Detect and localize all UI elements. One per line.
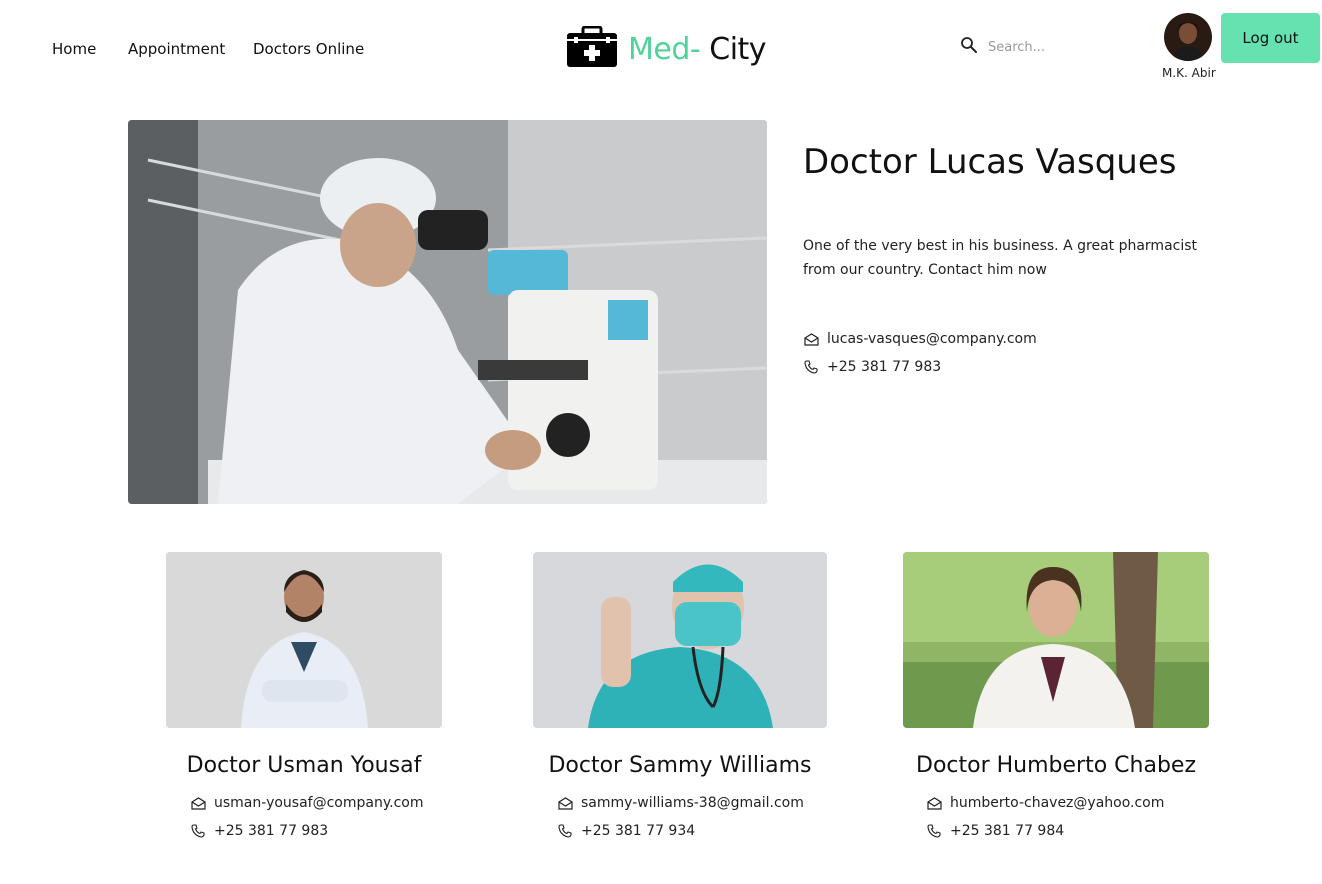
phone-icon — [557, 823, 573, 839]
featured-email-row: lucas-vasques@company.com — [803, 331, 1037, 347]
search-box — [960, 36, 1128, 58]
logout-button[interactable]: Log out — [1221, 13, 1320, 63]
avatar[interactable] — [1164, 13, 1212, 61]
medical-kit-icon — [566, 25, 618, 72]
user-name: M.K. Abir — [1162, 66, 1216, 80]
doctor-phone-row: +25 381 77 984 — [926, 823, 1064, 839]
logo[interactable]: Med- City — [566, 25, 767, 72]
doctor-email-link[interactable]: sammy-williams-38@gmail.com — [581, 795, 804, 811]
doctor-email-row: usman-yousaf@company.com — [190, 795, 423, 811]
doctor-photo — [903, 552, 1209, 728]
envelope-icon — [803, 331, 819, 347]
doctor-email-row: humberto-chavez@yahoo.com — [926, 795, 1164, 811]
featured-phone-row: +25 381 77 983 — [803, 359, 941, 375]
doctor-phone: +25 381 77 983 — [214, 823, 329, 839]
phone-icon — [190, 823, 206, 839]
phone-icon — [926, 823, 942, 839]
envelope-icon — [557, 795, 573, 811]
logo-accent: Med- — [628, 31, 701, 67]
doctor-email-link[interactable]: humberto-chavez@yahoo.com — [950, 795, 1164, 811]
doctor-name: Doctor Humberto Chabez — [916, 753, 1196, 778]
doctor-name: Doctor Usman Yousaf — [186, 753, 422, 778]
logo-rest: City — [700, 31, 767, 67]
featured-doctor-photo — [128, 120, 767, 504]
doctor-email-link[interactable]: usman-yousaf@company.com — [214, 795, 423, 811]
logo-text: Med- City — [628, 31, 767, 67]
doctor-email-row: sammy-williams-38@gmail.com — [557, 795, 804, 811]
search-input[interactable] — [988, 39, 1128, 55]
doctor-phone: +25 381 77 934 — [581, 823, 696, 839]
nav-home[interactable]: Home — [52, 40, 96, 58]
doctor-phone-row: +25 381 77 983 — [190, 823, 328, 839]
doctor-phone-row: +25 381 77 934 — [557, 823, 695, 839]
nav-appointment[interactable]: Appointment — [128, 40, 225, 58]
featured-phone: +25 381 77 983 — [827, 359, 942, 375]
doctor-name: Doctor Sammy Williams — [548, 753, 812, 778]
doctor-phone: +25 381 77 984 — [950, 823, 1065, 839]
search-icon[interactable] — [960, 36, 978, 58]
phone-icon — [803, 359, 819, 375]
doctor-photo — [533, 552, 827, 728]
nav-doctors-online[interactable]: Doctors Online — [253, 40, 364, 58]
featured-doctor-name: Doctor Lucas Vasques — [803, 142, 1177, 182]
featured-doctor-description: One of the very best in his business. A … — [803, 238, 1198, 278]
envelope-icon — [190, 795, 206, 811]
featured-email-link[interactable]: lucas-vasques@company.com — [827, 331, 1037, 347]
envelope-icon — [926, 795, 942, 811]
doctor-photo — [166, 552, 442, 728]
